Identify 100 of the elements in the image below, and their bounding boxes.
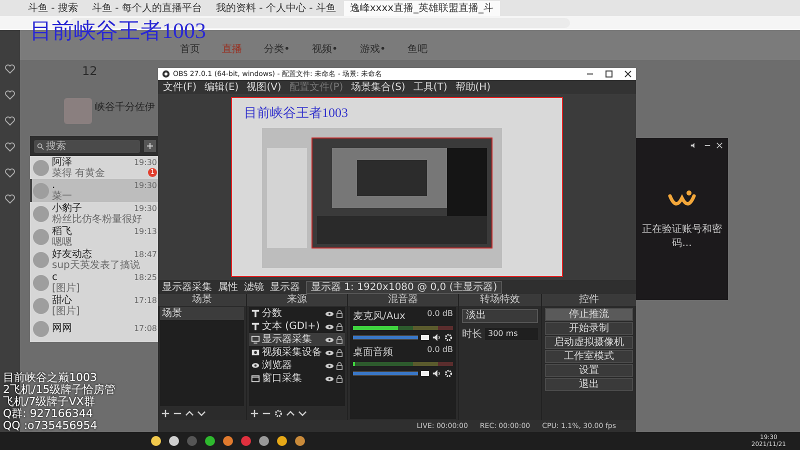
eye-icon[interactable] [325,310,334,316]
browser-tab[interactable]: 逸峰xxxx直播_英雄联盟直播_斗 [344,0,500,16]
eye-icon[interactable] [325,376,334,382]
contact-name: . [52,180,56,190]
slider-handle[interactable] [421,335,429,340]
transition-dropdown[interactable]: 淡出 [462,309,538,323]
add-icon[interactable] [144,140,156,152]
source-item[interactable]: 窗口采集 [249,372,345,385]
control-button[interactable]: 设置 [545,364,633,377]
eye-icon[interactable] [325,362,334,368]
dock-header: 控件 [542,294,636,306]
maximize-icon[interactable] [605,70,613,78]
contact-item[interactable]: 小豹子 19:30 粉丝比仿冬粉量很好 [30,202,160,225]
source-label: 显示器采集 [262,333,312,346]
app-icon[interactable] [204,435,216,447]
avatar [33,206,49,222]
contact-item[interactable]: c 18:25 [图片] [30,271,160,294]
move-up-icon[interactable] [286,409,295,418]
channel-reading: 0.0 dB [427,309,453,320]
heart-icon[interactable] [5,194,15,204]
channel-reading: 0.0 dB [427,345,453,356]
move-down-icon[interactable] [197,409,206,418]
contact-item[interactable]: 网网 17:08 [30,317,160,340]
control-button[interactable]: 停止推流 [545,308,633,321]
window-icon [251,374,260,383]
control-button[interactable]: 工作室模式 [545,350,633,363]
menu-item[interactable]: 帮助(H) [455,80,491,94]
settings-icon[interactable] [274,409,283,418]
heart-icon[interactable] [5,90,15,100]
lock-icon[interactable] [336,310,343,318]
speaker-icon[interactable] [432,369,441,378]
menu-item[interactable]: 场景集合(S) [351,80,406,94]
eye-icon[interactable] [325,350,334,356]
control-button[interactable]: 退出 [545,378,633,391]
message-time: 18:25 [134,272,157,282]
lock-icon[interactable] [336,362,343,370]
source-label: 文本 (GDI+) [262,320,320,333]
heart-icon[interactable] [5,142,15,152]
contact-item[interactable]: 甜心 17:18 [图片] [30,294,160,317]
app-icon[interactable] [276,435,288,447]
speaker-icon[interactable] [690,142,697,149]
avatar-placeholder [64,98,92,124]
app-icon[interactable] [258,435,270,447]
browser-tab[interactable]: 斗鱼 - 每个人的直播平台 [86,0,208,16]
lock-icon[interactable] [336,336,343,344]
overlay-text: 2飞机/15级牌子恰房管 [3,384,116,396]
source-item[interactable]: 分数 [249,307,345,320]
heart-icon[interactable] [5,168,15,178]
move-down-icon[interactable] [298,409,307,418]
source-item[interactable]: 视频采集设备 [249,346,345,359]
app-icon[interactable] [168,435,180,447]
message-time: 18:47 [134,248,157,260]
channel-name: 麦克风/Aux [353,310,406,323]
menu-item[interactable]: 文件(F) [163,80,197,94]
contact-item[interactable]: 好友动态 18:47 sup天英发表了搞说 [30,248,160,271]
overlay-text: 目前峡谷之巅1003 [3,372,97,384]
streamer-name: 峡谷千分佐伊 [95,100,155,114]
app-icon[interactable] [150,435,162,447]
settings-icon[interactable] [444,369,453,378]
browser-tab[interactable]: 斗鱼 - 搜索 [22,0,84,16]
source-item[interactable]: 显示器采集 [249,333,345,346]
display-label: 显示器 [270,281,300,294]
filters-button[interactable]: 滤镜 [244,280,264,294]
add-icon[interactable] [250,409,259,418]
contact-name: 阿泽 [52,156,72,168]
heart-icon[interactable] [5,64,15,74]
lock-icon[interactable] [336,348,343,356]
avatar [33,182,49,198]
menu-item[interactable]: 编辑(E) [204,80,239,94]
menu-item[interactable]: 视图(V) [246,80,282,94]
duration-field[interactable]: 300 ms [485,328,538,340]
speaker-icon[interactable] [432,333,441,342]
add-icon[interactable] [161,409,170,418]
move-up-icon[interactable] [185,409,194,418]
slider-handle[interactable] [421,371,429,376]
control-button[interactable]: 启动虚拟摄像机 [545,336,633,349]
contact-item[interactable]: 稻飞 19:13 嗯嗯 [30,225,160,248]
close-icon[interactable] [624,70,632,78]
properties-button[interactable]: 属性 [218,280,238,294]
source-item[interactable]: 文本 (GDI+) [249,320,345,333]
source-item[interactable]: 浏览器 [249,359,345,372]
minimize-icon[interactable] [704,142,711,149]
search-field[interactable]: 搜索 [34,140,140,152]
eye-icon[interactable] [325,324,334,330]
settings-icon[interactable] [444,333,453,342]
control-button[interactable]: 开始录制 [545,322,633,335]
message-preview: 菜一 [52,190,72,202]
selected-source-label: 显示器采集 [162,280,212,294]
display-dropdown[interactable]: 显示器 1: 1920x1080 @ 0,0 (主显示器) [306,280,502,294]
heart-icon[interactable] [5,116,15,126]
menu-item[interactable]: 工具(T) [413,80,448,94]
contact-item[interactable]: . 19:30 菜一 [30,179,160,202]
browser-tab[interactable]: 我的资料 - 个人中心 - 斗鱼 [210,0,342,16]
scene-item[interactable]: 场景 [160,307,244,320]
lock-icon[interactable] [336,374,343,382]
app-icon[interactable] [294,435,306,447]
eye-icon[interactable] [325,336,334,342]
app-icon[interactable] [222,435,234,447]
lock-icon[interactable] [336,322,343,330]
contact-name: 好友动态 [52,248,92,260]
